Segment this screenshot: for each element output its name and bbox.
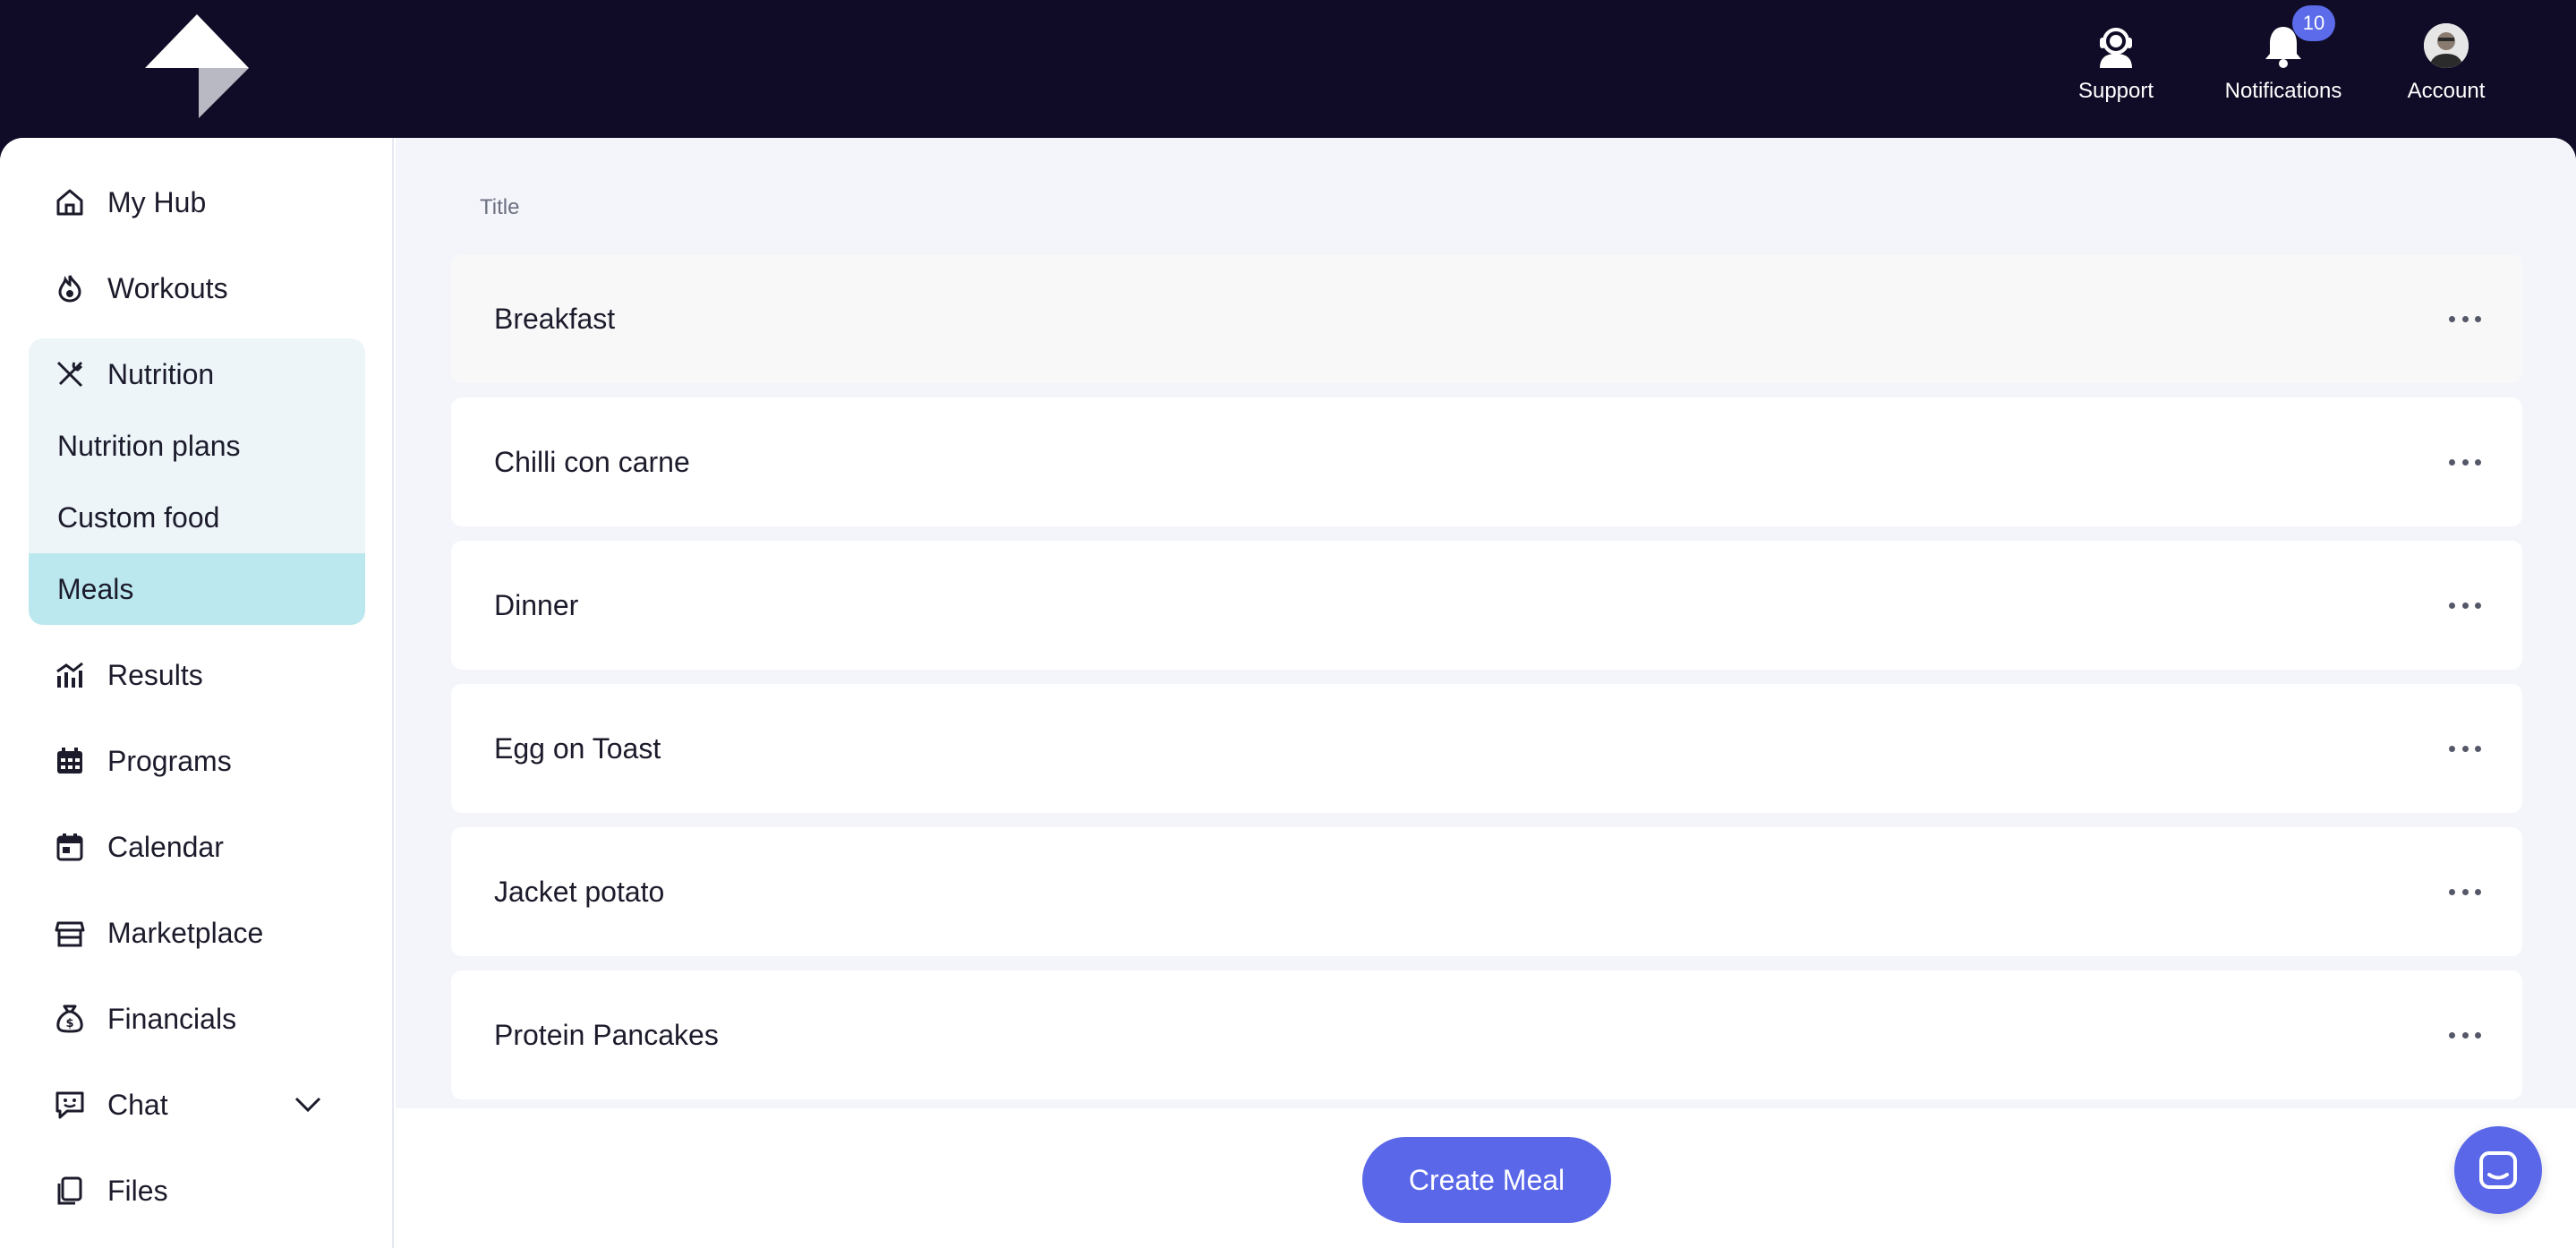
meal-title: Jacket potato [494, 875, 665, 908]
sidebar-item-chat[interactable]: Chat [29, 1069, 365, 1141]
table-row[interactable]: Egg on Toast [451, 684, 2522, 813]
sidebar-subitem-custom-food[interactable]: Custom food [29, 482, 365, 553]
support-button[interactable]: Support [2062, 21, 2170, 104]
meal-title: Chilli con carne [494, 445, 690, 478]
table-row[interactable]: Breakfast [451, 254, 2522, 383]
svg-text:$: $ [65, 1017, 73, 1030]
sidebar-item-financials[interactable]: $ Financials [29, 983, 365, 1055]
money-bag-icon: $ [54, 1003, 86, 1035]
notifications-badge: 10 [2292, 5, 2335, 41]
meal-title: Protein Pancakes [494, 1018, 719, 1051]
column-header-title[interactable]: Title [480, 195, 519, 220]
sidebar-item-label: Files [107, 1174, 168, 1207]
more-options-icon[interactable] [2449, 313, 2481, 324]
more-options-icon[interactable] [2449, 886, 2481, 897]
notifications-button[interactable]: 10 Notifications [2216, 5, 2350, 104]
chevron-down-icon[interactable] [294, 1096, 322, 1114]
utensils-icon [54, 358, 86, 390]
brand-logo[interactable] [143, 13, 251, 120]
sidebar-item-workouts[interactable]: Workouts [29, 252, 365, 324]
chat-widget-button[interactable] [2454, 1126, 2542, 1214]
meal-title: Dinner [494, 588, 579, 621]
sidebar-item-label: Nutrition [107, 357, 215, 390]
files-icon [54, 1175, 86, 1207]
more-options-icon[interactable] [2449, 457, 2481, 467]
support-icon [2100, 28, 2132, 68]
account-label: Account [2407, 79, 2486, 103]
avatar [2424, 23, 2469, 68]
sidebar-item-label: Results [107, 658, 203, 691]
main-content: Title Breakfast Chilli con carne Dinner … [396, 138, 2576, 1248]
account-button[interactable]: Account [2397, 21, 2495, 104]
notifications-label: Notifications [2224, 79, 2342, 103]
sidebar-item-label: Financials [107, 1002, 237, 1035]
sidebar-item-label: Workouts [107, 271, 228, 304]
top-bar: Support 10 Notifications Account [0, 0, 2576, 138]
sidebar-item-label: Marketplace [107, 916, 264, 949]
chat-bubble-icon [2479, 1151, 2517, 1189]
flame-icon [54, 272, 86, 304]
sidebar-subitem-meals[interactable]: Meals [29, 553, 365, 625]
sidebar-item-label: Calendar [107, 830, 224, 863]
sidebar: My Hub Workouts Nutrition Nutrition plan… [0, 138, 394, 1248]
sidebar-item-marketplace[interactable]: Marketplace [29, 897, 365, 969]
app-shell: My Hub Workouts Nutrition Nutrition plan… [0, 138, 2576, 1248]
footer-bar: Create Meal [396, 1108, 2576, 1248]
create-meal-button[interactable]: Create Meal [1362, 1137, 1611, 1223]
store-icon [54, 917, 86, 949]
sidebar-item-nutrition[interactable]: Nutrition [29, 338, 365, 410]
meal-title: Egg on Toast [494, 731, 661, 765]
top-actions: Support 10 Notifications Account [2062, 5, 2495, 111]
avatar-icon [2424, 23, 2469, 68]
home-icon [54, 186, 86, 218]
sidebar-item-calendar[interactable]: Calendar [29, 811, 365, 883]
chat-icon [54, 1089, 86, 1121]
table-row[interactable]: Protein Pancakes [451, 970, 2522, 1099]
sidebar-item-results[interactable]: Results [29, 639, 365, 711]
more-options-icon[interactable] [2449, 743, 2481, 754]
sidebar-item-files[interactable]: Files [29, 1155, 365, 1227]
more-options-icon[interactable] [2449, 1030, 2481, 1040]
sidebar-item-programs[interactable]: Programs [29, 725, 365, 797]
support-label: Support [2077, 79, 2154, 103]
calendar-icon [54, 831, 86, 863]
table-row[interactable]: Chilli con carne [451, 397, 2522, 526]
table-row[interactable]: Jacket potato [451, 827, 2522, 956]
more-options-icon[interactable] [2449, 600, 2481, 611]
calendar-grid-icon [54, 745, 86, 777]
sidebar-subitem-nutrition-plans[interactable]: Nutrition plans [29, 410, 365, 482]
meal-title: Breakfast [494, 302, 616, 335]
table-row[interactable]: Dinner [451, 541, 2522, 670]
sidebar-item-label: Programs [107, 744, 232, 777]
sidebar-item-label: My Hub [107, 185, 207, 218]
sidebar-item-label: Chat [107, 1088, 168, 1121]
chart-icon [54, 659, 86, 691]
sidebar-item-my-hub[interactable]: My Hub [29, 167, 365, 238]
